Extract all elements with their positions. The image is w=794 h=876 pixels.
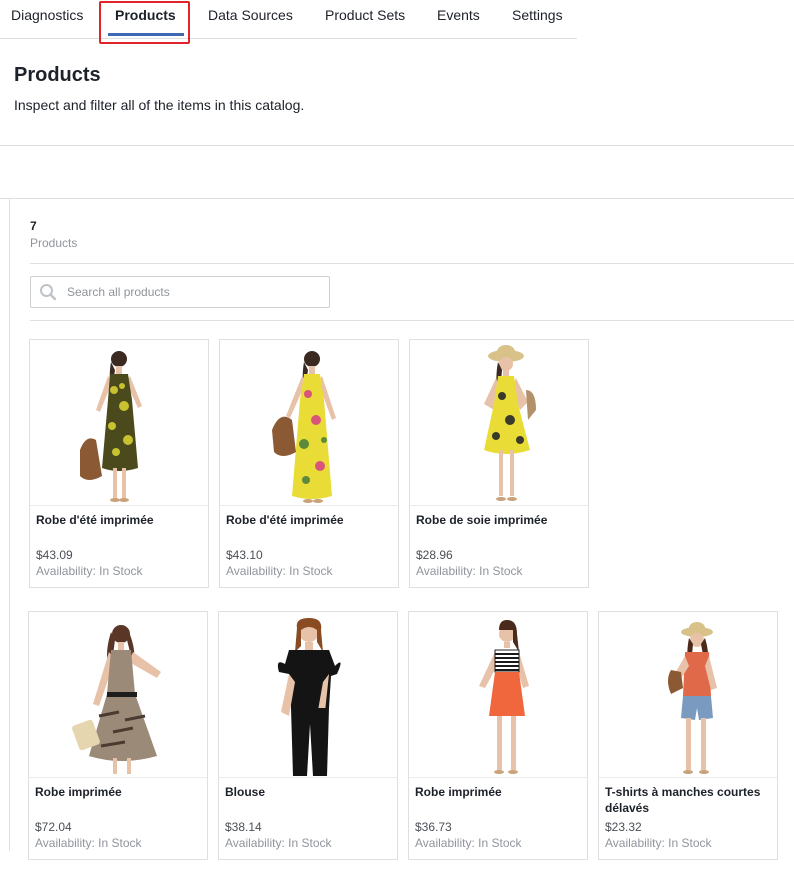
product-price: $43.10: [226, 548, 263, 562]
product-price: $72.04: [35, 820, 72, 834]
product-name: Robe imprimée: [415, 785, 502, 799]
product-count: 7: [30, 219, 37, 233]
tab-data-sources[interactable]: Data Sources: [208, 0, 293, 38]
search-icon: [40, 284, 57, 301]
product-name: Robe d'été imprimée: [36, 513, 154, 527]
product-card[interactable]: Robe d'été imprimée $43.09 Availability:…: [29, 339, 209, 588]
page-title: Products: [14, 64, 101, 86]
product-name: Robe de soie imprimée: [416, 513, 548, 527]
product-card[interactable]: Robe de soie imprimée $28.96 Availabilit…: [409, 339, 589, 588]
search-box[interactable]: [30, 276, 330, 308]
product-image: [409, 612, 587, 778]
product-card[interactable]: Blouse $38.14 Availability: In Stock: [218, 611, 398, 860]
product-availability: Availability: In Stock: [605, 836, 712, 850]
page-subtitle: Inspect and filter all of the items in t…: [14, 97, 305, 113]
search-input[interactable]: [67, 277, 325, 307]
divider: [0, 145, 794, 146]
product-price: $38.14: [225, 820, 262, 834]
product-availability: Availability: In Stock: [225, 836, 332, 850]
product-price: $23.32: [605, 820, 642, 834]
product-availability: Availability: In Stock: [36, 564, 143, 578]
product-name: Robe imprimée: [35, 785, 122, 799]
product-availability: Availability: In Stock: [415, 836, 522, 850]
tab-events[interactable]: Events: [437, 0, 480, 38]
product-image: [599, 612, 777, 778]
divider: [30, 320, 794, 321]
content-left-border: [9, 199, 10, 851]
product-image: [410, 340, 588, 506]
tab-diagnostics[interactable]: Diagnostics: [11, 0, 83, 38]
active-tab-highlight-box: [99, 1, 190, 44]
product-name: T-shirts à manches courtes délavés: [605, 785, 761, 815]
product-price: $36.73: [415, 820, 452, 834]
product-price: $28.96: [416, 548, 453, 562]
product-card[interactable]: Robe d'été imprimée $43.10 Availability:…: [219, 339, 399, 588]
product-price: $43.09: [36, 548, 73, 562]
product-image: [219, 612, 397, 778]
tab-product-sets[interactable]: Product Sets: [325, 0, 405, 38]
product-name: Robe d'été imprimée: [226, 513, 344, 527]
product-availability: Availability: In Stock: [35, 836, 142, 850]
product-image: [29, 612, 207, 778]
tab-bar: Diagnostics Products Data Sources Produc…: [0, 0, 577, 39]
divider: [30, 263, 794, 264]
product-availability: Availability: In Stock: [226, 564, 333, 578]
product-image: [220, 340, 398, 506]
product-name: Blouse: [225, 785, 266, 799]
product-card[interactable]: T-shirts à manches courtes délavés $23.3…: [598, 611, 778, 860]
product-count-label: Products: [30, 236, 78, 250]
product-card[interactable]: Robe imprimée $36.73 Availability: In St…: [408, 611, 588, 860]
divider: [0, 198, 794, 199]
product-card[interactable]: Robe imprimée $72.04 Availability: In St…: [28, 611, 208, 860]
product-availability: Availability: In Stock: [416, 564, 523, 578]
tab-settings[interactable]: Settings: [512, 0, 563, 38]
product-image: [30, 340, 208, 506]
